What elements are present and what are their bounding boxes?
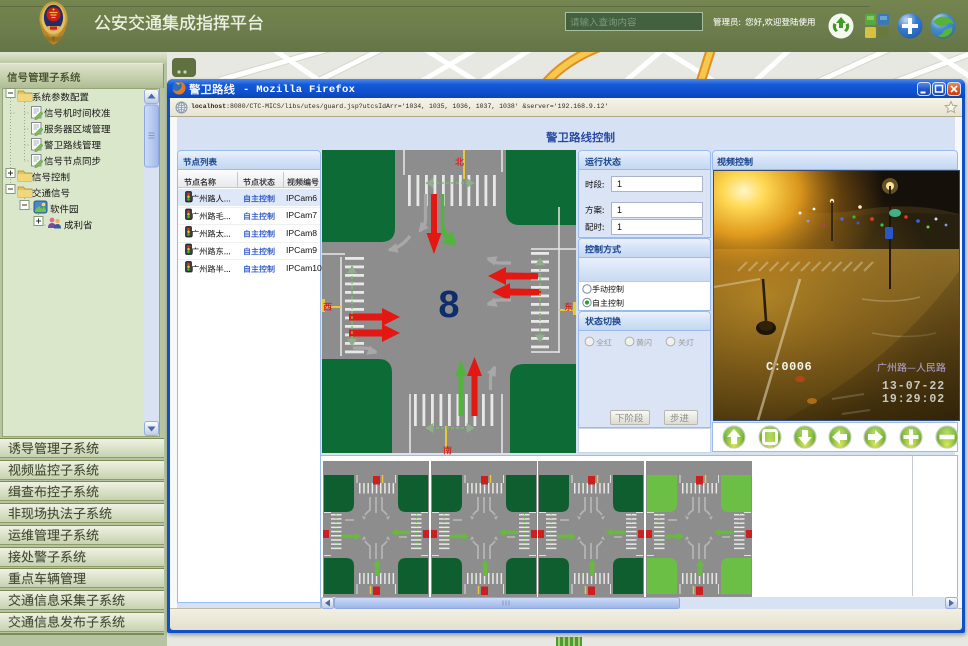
svg-text:8: 8 (438, 284, 459, 326)
